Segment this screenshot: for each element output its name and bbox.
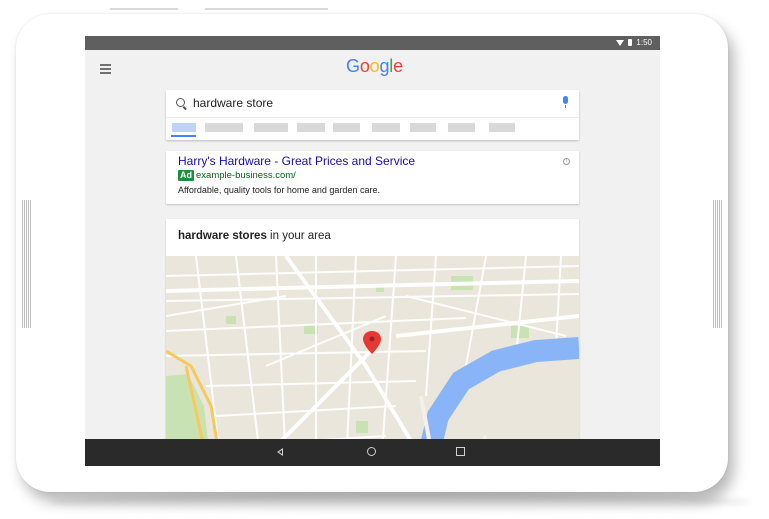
ad-badge: Ad: [178, 170, 194, 181]
back-icon[interactable]: [277, 448, 283, 456]
menu-icon[interactable]: [100, 64, 111, 76]
device-shadow: [50, 492, 750, 512]
status-bar: 1:50: [85, 36, 660, 50]
tab-placeholder-all[interactable]: [172, 123, 196, 132]
search-divider: [166, 117, 579, 118]
recent-apps-icon[interactable]: [456, 447, 465, 456]
right-speaker-grille: [713, 200, 722, 328]
tab-placeholder[interactable]: [333, 123, 360, 132]
active-tab-indicator: [171, 135, 196, 137]
android-nav-bar: [85, 439, 660, 466]
tab-placeholder[interactable]: [372, 123, 400, 132]
status-indicators: 1:50: [616, 38, 652, 47]
local-results-heading: hardware stores in your area: [178, 230, 331, 242]
wifi-icon: [616, 39, 625, 46]
local-heading-rest: in your area: [266, 230, 331, 242]
park-area: [511, 326, 529, 338]
search-input[interactable]: hardware store: [193, 96, 273, 110]
home-icon[interactable]: [367, 447, 376, 456]
ad-result-card[interactable]: Harry's Hardware - Great Prices and Serv…: [166, 151, 579, 204]
tab-placeholder[interactable]: [297, 123, 325, 132]
info-icon[interactable]: i: [563, 158, 570, 165]
tab-placeholder[interactable]: [448, 123, 475, 132]
local-map[interactable]: [166, 256, 579, 466]
ad-url-line: Ad example-business.com/: [178, 170, 296, 181]
status-time: 1:50: [636, 38, 652, 47]
local-heading-bold: hardware stores: [178, 230, 267, 242]
logo-letter: g: [379, 56, 390, 76]
battery-icon: [628, 39, 633, 46]
logo-letter: o: [369, 56, 380, 76]
logo-letter: e: [393, 56, 403, 76]
tab-placeholder[interactable]: [410, 123, 436, 132]
ad-display-url[interactable]: example-business.com/: [196, 170, 296, 181]
tab-placeholder[interactable]: [254, 123, 288, 132]
search-box[interactable]: hardware store: [166, 90, 579, 140]
tab-placeholder[interactable]: [205, 123, 243, 132]
google-logo[interactable]: Google: [346, 56, 403, 77]
map-graphic: [166, 256, 579, 466]
ad-title-link[interactable]: Harry's Hardware - Great Prices and Serv…: [178, 154, 415, 168]
search-icon: [176, 98, 185, 107]
logo-letter: G: [346, 56, 360, 76]
tablet-screen: 1:50 Google hardware store Harry's Hardw…: [85, 36, 660, 466]
logo-letter: o: [359, 56, 370, 76]
local-results-card: hardware stores in your area: [166, 219, 579, 466]
background-tab-left: [110, 8, 178, 10]
tab-placeholder[interactable]: [489, 123, 515, 132]
background-tab-right: [205, 8, 328, 10]
park-area: [356, 421, 368, 433]
park-area: [226, 316, 236, 324]
ad-description: Affordable, quality tools for home and g…: [178, 185, 380, 195]
microphone-icon[interactable]: [563, 96, 568, 108]
left-speaker-grille: [22, 200, 31, 328]
search-tabs: [166, 123, 579, 132]
